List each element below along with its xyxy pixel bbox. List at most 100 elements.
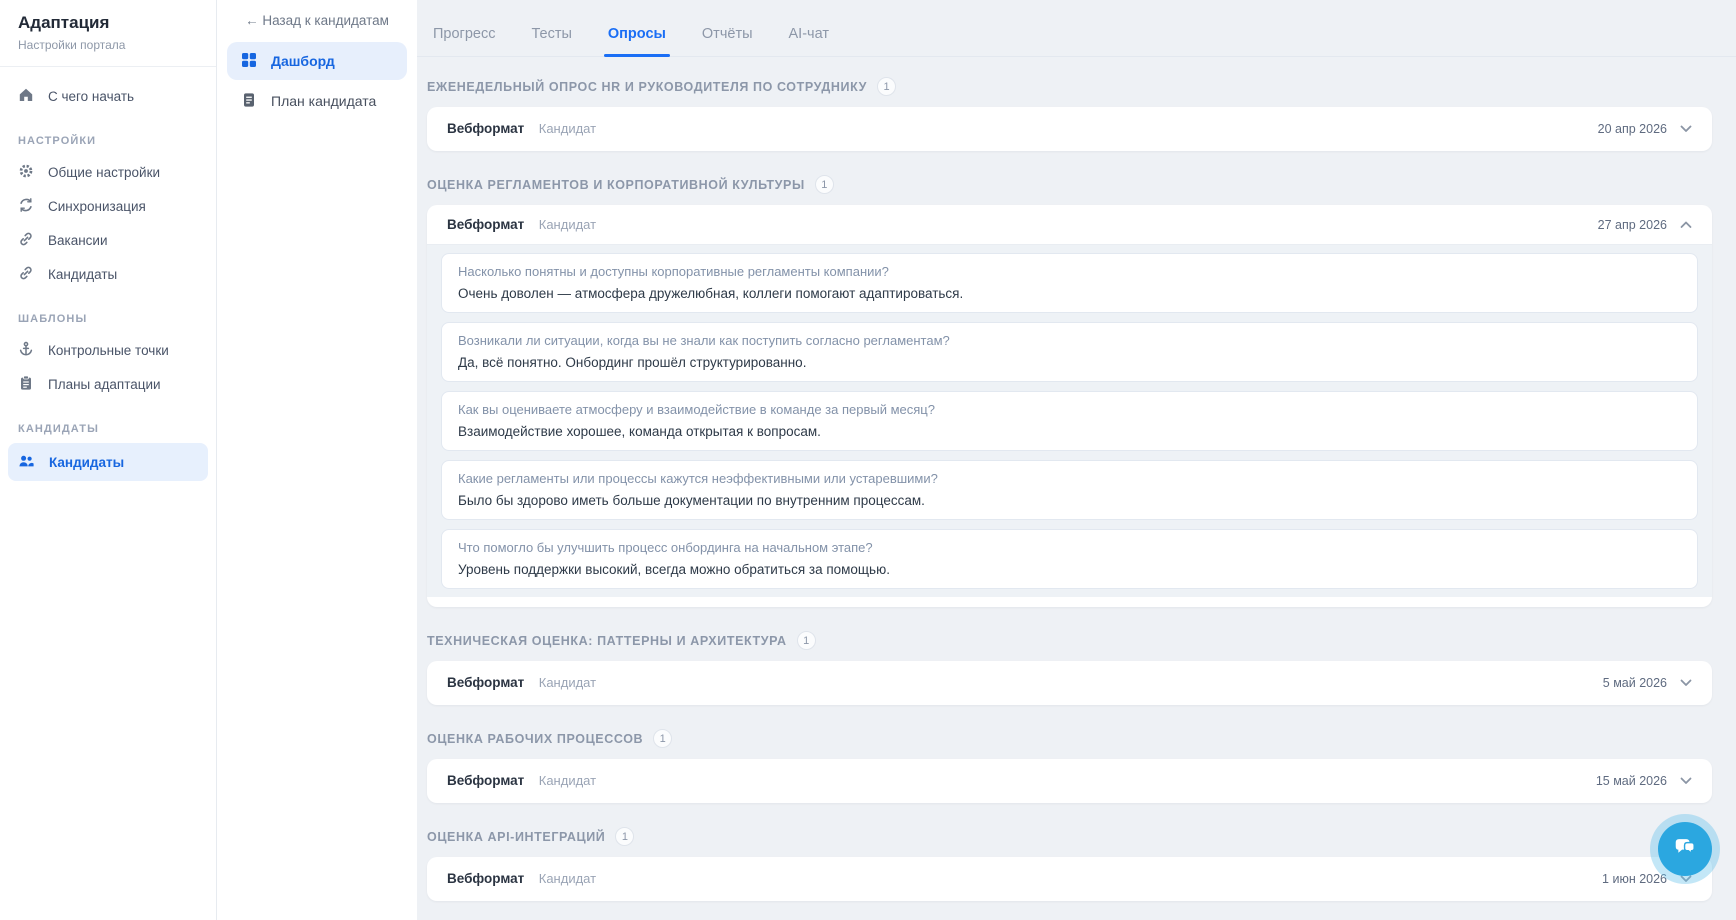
sidebar-group-templates: ШАБЛОНЫ [18,313,198,325]
portal-title: Адаптация [18,13,198,33]
people-icon [18,453,35,472]
answer-text: Да, всё понятно. Онбординг прошёл структ… [458,355,1681,370]
secondary-sidebar: ← Назад к кандидатам Дашборд План кандид… [217,0,417,920]
section-title: ЕЖЕНЕДЕЛЬНЫЙ ОПРОС HR И РУКОВОДИТЕЛЯ ПО … [427,80,867,94]
survey-card[interactable]: Вебформат Кандидат 1 июн 2026 [427,857,1712,901]
chevron-down-icon[interactable] [1680,674,1692,692]
chevron-down-icon[interactable] [1680,772,1692,790]
count-badge: 1 [653,729,672,748]
card-labels: Вебформат Кандидат [447,870,596,888]
survey-role-label: Кандидат [539,217,596,232]
survey-card-expanded: Вебформат Кандидат 27 апр 2026 Насколько… [427,205,1712,607]
survey-date: 1 июн 2026 [1602,872,1667,886]
sidebar-item-label: Кандидаты [48,267,117,282]
survey-section: ЕЖЕНЕДЕЛЬНЫЙ ОПРОС HR И РУКОВОДИТЕЛЯ ПО … [427,77,1712,151]
survey-format-label: Вебформат [447,675,524,690]
sidebar-group-candidates: КАНДИДАТЫ [18,423,198,435]
question-text: Какие регламенты или процессы кажутся не… [458,471,1681,486]
document-icon [241,92,257,111]
section-header: ОЦЕНКА API-ИНТЕГРАЦИЙ 1 [427,827,1712,846]
survey-format-label: Вебформат [447,121,524,136]
survey-format-label: Вебформат [447,773,524,788]
chat-fab-button[interactable] [1658,822,1712,876]
tab-progress[interactable]: Прогресс [433,26,495,56]
survey-format-label: Вебформат [447,871,524,886]
sidebar-item-label: Общие настройки [48,165,160,180]
section-title: ТЕХНИЧЕСКАЯ ОЦЕНКА: ПАТТЕРНЫ И АРХИТЕКТУ… [427,634,787,648]
answer-text: Очень доволен — атмосфера дружелюбная, к… [458,286,1681,301]
sidebar-header: Адаптация Настройки портала [0,0,216,67]
qa-item: Насколько понятны и доступны корпоративн… [441,253,1698,313]
chevron-down-icon[interactable] [1680,120,1692,138]
section-header: ОЦЕНКА РАБОЧИХ ПРОЦЕССОВ 1 [427,729,1712,748]
nav-item-candidate-plan[interactable]: План кандидата [227,82,407,120]
tab-tests[interactable]: Тесты [531,26,571,56]
home-icon [18,87,34,106]
survey-role-label: Кандидат [539,773,596,788]
chevron-up-icon[interactable] [1680,216,1692,234]
survey-role-label: Кандидат [539,871,596,886]
nav-item-dashboard[interactable]: Дашборд [227,42,407,80]
back-link-label: Назад к кандидатам [262,13,389,28]
sidebar-group-settings: НАСТРОЙКИ [18,135,198,147]
surveys-list: ЕЖЕНЕДЕЛЬНЫЙ ОПРОС HR И РУКОВОДИТЕЛЯ ПО … [417,57,1736,920]
sidebar-item-label: Синхронизация [48,199,146,214]
section-header: ТЕХНИЧЕСКАЯ ОЦЕНКА: ПАТТЕРНЫ И АРХИТЕКТУ… [427,631,1712,650]
sidebar-item-candidates-link[interactable]: Кандидаты [0,257,216,291]
sidebar-item-sync[interactable]: Синхронизация [0,189,216,223]
qa-item: Как вы оцениваете атмосферу и взаимодейс… [441,391,1698,451]
main-content: Прогресс Тесты Опросы Отчёты AI-чат ЕЖЕН… [417,0,1736,920]
survey-role-label: Кандидат [539,121,596,136]
question-text: Как вы оцениваете атмосферу и взаимодейс… [458,402,1681,417]
survey-date: 27 апр 2026 [1598,218,1667,232]
count-badge: 1 [797,631,816,650]
count-badge: 1 [615,827,634,846]
survey-section: ОЦЕНКА РАБОЧИХ ПРОЦЕССОВ 1 Вебформат Кан… [427,729,1712,803]
section-title: ОЦЕНКА API-ИНТЕГРАЦИЙ [427,830,605,844]
sidebar-item-checkpoints[interactable]: Контрольные точки [0,333,216,367]
answer-text: Было бы здорово иметь больше документаци… [458,493,1681,508]
survey-date: 5 май 2026 [1603,676,1667,690]
sidebar-item-label: Контрольные точки [48,343,169,358]
survey-section: ТЕХНИЧЕСКАЯ ОЦЕНКА: ПАТТЕРНЫ И АРХИТЕКТУ… [427,631,1712,705]
survey-role-label: Кандидат [539,675,596,690]
survey-card[interactable]: Вебформат Кандидат 15 май 2026 [427,759,1712,803]
clipboard-icon [18,375,34,394]
sidebar-item-candidates[interactable]: Кандидаты [8,443,208,481]
survey-card-header[interactable]: Вебформат Кандидат 27 апр 2026 [427,205,1712,245]
answer-text: Уровень поддержки высокий, всегда можно … [458,562,1681,577]
card-labels: Вебформат Кандидат [447,120,596,138]
survey-answers: Насколько понятны и доступны корпоративн… [427,245,1712,597]
tab-ai-chat[interactable]: AI-чат [789,26,829,56]
link-icon [18,231,34,250]
survey-card[interactable]: Вебформат Кандидат 5 май 2026 [427,661,1712,705]
card-labels: Вебформат Кандидат [447,772,596,790]
tab-surveys[interactable]: Опросы [608,26,666,56]
card-labels: Вебформат Кандидат [447,216,596,234]
sidebar-item-general-settings[interactable]: Общие настройки [0,155,216,189]
back-arrow-icon: ← [245,13,259,28]
sync-icon [18,197,34,216]
sidebar-item-vacancies[interactable]: Вакансии [0,223,216,257]
sidebar-item-start[interactable]: С чего начать [0,79,216,113]
sidebar-item-label: Кандидаты [49,455,124,470]
qa-item: Что помогло бы улучшить процесс онбордин… [441,529,1698,589]
card-labels: Вебформат Кандидат [447,674,596,692]
candidate-nav: Дашборд План кандидата [217,42,417,120]
back-to-candidates-link[interactable]: ← Назад к кандидатам [217,13,417,28]
answer-text: Взаимодействие хорошее, команда открытая… [458,424,1681,439]
tab-reports[interactable]: Отчёты [702,26,753,56]
dashboard-grid-icon [241,52,257,71]
tab-bar: Прогресс Тесты Опросы Отчёты AI-чат [417,0,1736,57]
section-title: ОЦЕНКА РАБОЧИХ ПРОЦЕССОВ [427,732,643,746]
chat-bubbles-icon [1673,835,1697,864]
survey-date: 15 май 2026 [1596,774,1667,788]
nav-item-label: Дашборд [271,53,335,69]
sidebar-item-adaptation-plans[interactable]: Планы адаптации [0,367,216,401]
portal-subtitle: Настройки портала [18,38,198,52]
survey-card[interactable]: Вебформат Кандидат 20 апр 2026 [427,107,1712,151]
gear-icon [18,163,34,182]
section-title: ОЦЕНКА РЕГЛАМЕНТОВ И КОРПОРАТИВНОЙ КУЛЬТ… [427,178,805,192]
section-header: ОЦЕНКА РЕГЛАМЕНТОВ И КОРПОРАТИВНОЙ КУЛЬТ… [427,175,1712,194]
question-text: Возникали ли ситуации, когда вы не знали… [458,333,1681,348]
